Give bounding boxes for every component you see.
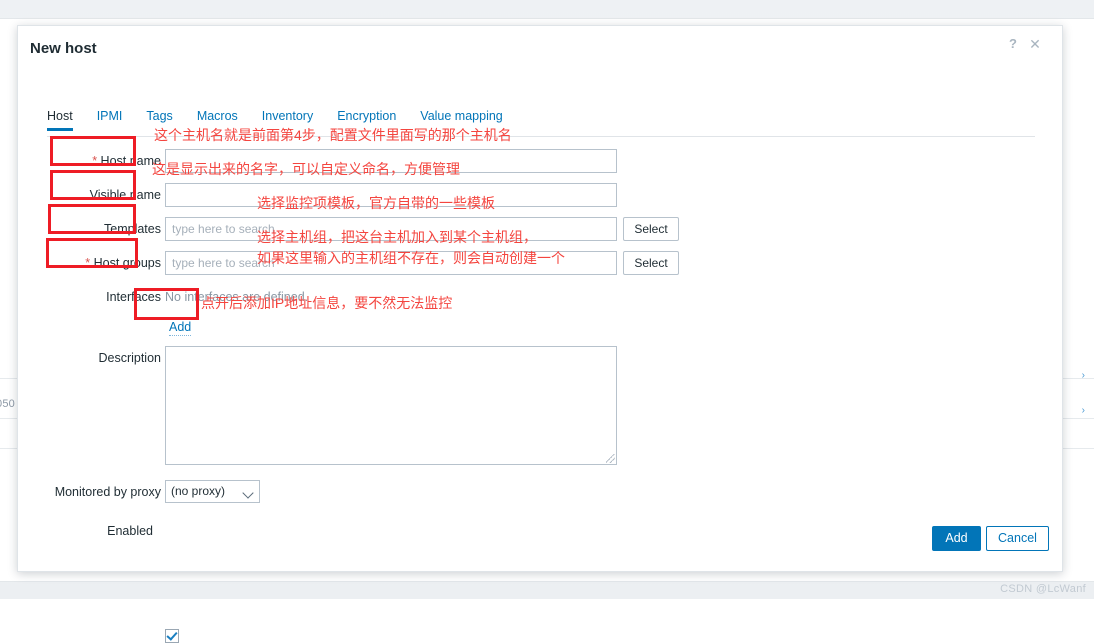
help-icon[interactable]: ? bbox=[1004, 35, 1022, 53]
interfaces-label: Interfaces bbox=[51, 289, 161, 306]
cancel-button[interactable]: Cancel bbox=[986, 526, 1049, 551]
watermark: CSDN @LcWanf bbox=[1000, 583, 1086, 595]
host-groups-label-text: Host groups bbox=[94, 256, 161, 270]
host-name-label: * Host name bbox=[51, 153, 161, 170]
tab-host[interactable]: Host bbox=[47, 109, 73, 130]
background-partial-number: 050 bbox=[0, 398, 15, 410]
tab-inventory[interactable]: Inventory bbox=[262, 109, 313, 130]
templates-select-button[interactable]: Select bbox=[623, 217, 679, 241]
tab-macros[interactable]: Macros bbox=[197, 109, 238, 130]
enabled-checkbox[interactable] bbox=[165, 629, 179, 643]
description-label: Description bbox=[51, 350, 161, 367]
templates-label: Templates bbox=[51, 221, 161, 238]
dialog-header: New host ? ✕ bbox=[18, 26, 1062, 73]
background-link: › bbox=[1082, 405, 1085, 416]
add-button[interactable]: Add bbox=[932, 526, 981, 551]
templates-input[interactable] bbox=[165, 217, 617, 241]
host-groups-select-button[interactable]: Select bbox=[623, 251, 679, 275]
interfaces-empty-text: No interfaces are defined. bbox=[165, 289, 308, 306]
host-groups-label: * Host groups bbox=[51, 255, 161, 272]
tab-bar: Host IPMI Tags Macros Inventory Encrypti… bbox=[47, 109, 1035, 137]
required-marker: * bbox=[85, 256, 90, 270]
tab-value-mapping[interactable]: Value mapping bbox=[420, 109, 502, 130]
interfaces-add-link[interactable]: Add bbox=[169, 320, 191, 336]
host-name-input[interactable] bbox=[165, 149, 617, 173]
page-title: New host bbox=[30, 40, 97, 57]
host-groups-input[interactable] bbox=[165, 251, 617, 275]
new-host-dialog: New host ? ✕ Host IPMI Tags Macros Inven… bbox=[17, 25, 1063, 572]
visible-name-input[interactable] bbox=[165, 183, 617, 207]
monitored-by-proxy-select[interactable]: (no proxy) bbox=[165, 480, 260, 503]
tab-tags[interactable]: Tags bbox=[146, 109, 172, 130]
required-marker: * bbox=[92, 154, 97, 168]
monitored-by-proxy-label: Monitored by proxy bbox=[8, 484, 161, 501]
background-link: › bbox=[1082, 370, 1085, 381]
visible-name-label: Visible name bbox=[51, 187, 161, 204]
tab-encryption[interactable]: Encryption bbox=[337, 109, 396, 130]
close-icon[interactable]: ✕ bbox=[1026, 35, 1044, 53]
resize-handle-icon[interactable] bbox=[606, 454, 615, 463]
tab-ipmi[interactable]: IPMI bbox=[97, 109, 123, 130]
dialog-footer: Add Cancel bbox=[18, 519, 1062, 571]
chevron-down-icon bbox=[242, 487, 253, 498]
host-name-label-text: Host name bbox=[101, 154, 161, 168]
description-textarea[interactable] bbox=[165, 346, 617, 465]
monitored-by-proxy-value: (no proxy) bbox=[171, 484, 225, 498]
